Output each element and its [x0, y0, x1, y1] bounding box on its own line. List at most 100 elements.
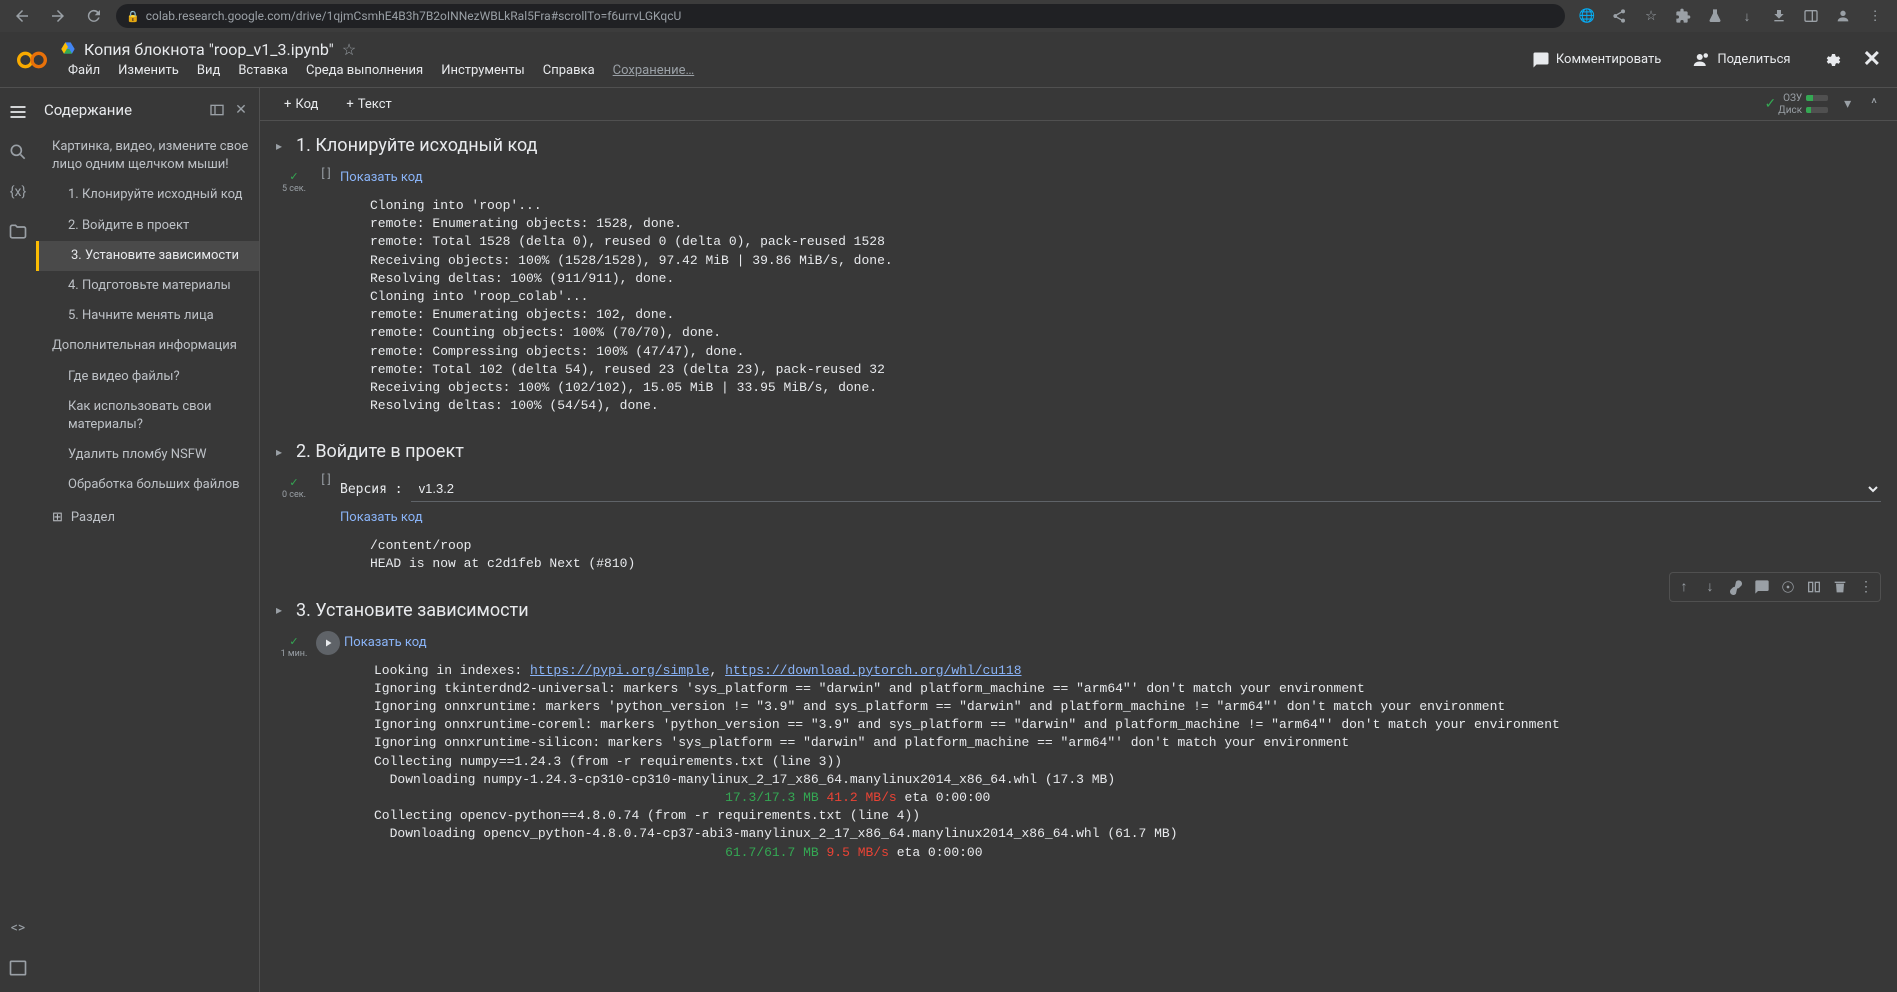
toc-item-remove-nsfw[interactable]: Удалить пломбу NSFW: [36, 440, 259, 470]
comment-button[interactable]: Комментировать: [1522, 45, 1671, 75]
menu-file[interactable]: Файл: [60, 61, 108, 80]
mirror-icon[interactable]: [1802, 575, 1826, 599]
share-icon[interactable]: [1605, 2, 1633, 30]
more-icon[interactable]: ⋮: [1854, 575, 1878, 599]
lock-icon: 🔒: [126, 10, 140, 23]
run-cell-button[interactable]: [316, 631, 340, 655]
toc-item-clone[interactable]: 1. Клонируйте исходный код: [36, 180, 259, 210]
url-text: colab.research.google.com/drive/1qjmCsmh…: [146, 9, 682, 23]
menu-bar: Файл Изменить Вид Вставка Среда выполнен…: [60, 61, 1510, 80]
menu-tools[interactable]: Инструменты: [433, 61, 533, 80]
toc-item-materials[interactable]: 4. Подготовьте материалы: [36, 271, 259, 301]
menu-help[interactable]: Справка: [535, 61, 603, 80]
files-rail-icon[interactable]: [8, 222, 28, 242]
toc-item-addinfo[interactable]: Дополнительная информация: [36, 331, 259, 361]
translate-icon[interactable]: 🌐: [1573, 2, 1601, 30]
saving-status: Сохранение…: [605, 61, 703, 80]
show-code-link[interactable]: Показать код: [340, 166, 423, 189]
toc-item-intro[interactable]: Картинка, видео, измените свое лицо одни…: [36, 132, 259, 180]
toc-sidebar: Содержание ✕ Картинка, видео, измените с…: [36, 88, 260, 992]
toc-item-how-use[interactable]: Как использовать свои материалы?: [36, 392, 259, 440]
connection-status[interactable]: ✓ ОЗУ Диск: [1764, 93, 1828, 116]
menu-runtime[interactable]: Среда выполнения: [298, 61, 431, 80]
gear-icon: [1823, 51, 1841, 69]
extensions-icon[interactable]: [1669, 2, 1697, 30]
move-down-icon[interactable]: ↓: [1698, 575, 1722, 599]
star-icon[interactable]: ☆: [1637, 2, 1665, 30]
menu-icon[interactable]: ⋮: [1861, 2, 1889, 30]
code-rail-icon[interactable]: <>: [8, 918, 28, 938]
forward-button[interactable]: [44, 2, 72, 30]
collapse-arrow-icon[interactable]: ▸: [276, 139, 288, 153]
toc-item-enter[interactable]: 2. Войдите в проект: [36, 211, 259, 241]
version-label: Версия :: [340, 482, 403, 497]
delete-icon[interactable]: [1828, 575, 1852, 599]
menu-view[interactable]: Вид: [189, 61, 228, 80]
download-icon[interactable]: ↓: [1733, 2, 1761, 30]
link-icon[interactable]: [1724, 575, 1748, 599]
cell-3: ✓ 1 мин. Показать код Looking in indexes…: [260, 627, 1897, 874]
cell-toolbar: + Код + Текст ✓ ОЗУ Диск ▾ ^: [260, 88, 1897, 121]
menu-insert[interactable]: Вставка: [230, 61, 296, 80]
version-select[interactable]: v1.3.2: [411, 476, 1881, 502]
section-1-header: ▸ 1. Клонируйте исходный код: [260, 121, 1897, 162]
panel-icon[interactable]: [1797, 2, 1825, 30]
section-3-title: 3. Установите зависимости: [296, 600, 529, 621]
search-rail-icon[interactable]: [8, 142, 28, 162]
check-icon: ✓: [289, 476, 298, 489]
add-text-button[interactable]: + Текст: [338, 93, 399, 116]
toc-item-where-video[interactable]: Где видео файлы?: [36, 362, 259, 392]
install-icon[interactable]: [1765, 2, 1793, 30]
plus-icon: ⊞: [52, 510, 63, 525]
reload-button[interactable]: [80, 2, 108, 30]
comment-icon: [1532, 51, 1550, 69]
check-icon: ✓: [289, 635, 298, 648]
document-title[interactable]: Копия блокнота "roop_v1_3.ipynb": [84, 40, 334, 59]
flask-icon[interactable]: [1701, 2, 1729, 30]
toc-close-icon[interactable]: ✕: [231, 100, 251, 120]
check-icon: ✓: [1764, 96, 1776, 112]
toc-icon[interactable]: [8, 102, 28, 122]
dropdown-icon[interactable]: ▾: [1840, 92, 1855, 116]
move-up-icon[interactable]: ↑: [1672, 575, 1696, 599]
exec-time: 1 мин.: [281, 650, 308, 660]
toc-item-swap[interactable]: 5. Начните менять лица: [36, 301, 259, 331]
exec-time: 5 сек.: [282, 185, 306, 195]
pytorch-link[interactable]: https://download.pytorch.org/whl/cu118: [725, 663, 1021, 678]
colab-header: Копия блокнота "roop_v1_3.ipynb" ☆ Файл …: [0, 32, 1897, 88]
add-section-button[interactable]: ⊞ Раздел: [36, 500, 259, 535]
toc-item-large-files[interactable]: Обработка больших файлов: [36, 470, 259, 500]
add-comment-icon[interactable]: [1750, 575, 1774, 599]
section-2-title: 2. Войдите в проект: [296, 441, 464, 462]
collapse-arrow-icon[interactable]: ▸: [276, 603, 288, 617]
back-button[interactable]: [8, 2, 36, 30]
cell-3-output: Looking in indexes: https://pypi.org/sim…: [344, 654, 1881, 870]
toc-fullwidth-icon[interactable]: [207, 100, 227, 120]
cell-settings-icon[interactable]: [1776, 575, 1800, 599]
cell-bracket: [ ]: [316, 472, 336, 581]
show-code-link[interactable]: Показать код: [344, 631, 427, 654]
terminal-rail-icon[interactable]: [8, 958, 28, 978]
section-2-header: ▸ 2. Войдите в проект: [260, 427, 1897, 468]
variables-rail-icon[interactable]: {x}: [8, 182, 28, 202]
profile-icon[interactable]: [1829, 2, 1857, 30]
url-bar[interactable]: 🔒 colab.research.google.com/drive/1qjmCs…: [116, 4, 1565, 28]
share-button[interactable]: Поделиться: [1683, 45, 1800, 75]
show-code-link[interactable]: Показать код: [340, 506, 423, 529]
collapse-arrow-icon[interactable]: ▸: [276, 445, 288, 459]
people-icon: [1693, 51, 1711, 69]
browser-extensions: 🌐 ☆ ↓ ⋮: [1573, 2, 1889, 30]
collapse-icon[interactable]: ^: [1867, 92, 1881, 116]
star-document-icon[interactable]: ☆: [342, 40, 356, 59]
cell-1: ✓ 5 сек. [ ] Показать код Cloning into '…: [260, 162, 1897, 427]
cell-2: ✓ 0 сек. [ ] Версия : v1.3.2 Показать ко…: [260, 468, 1897, 585]
cell-action-toolbar: ↑ ↓ ⋮: [1669, 572, 1881, 602]
check-icon: ✓: [289, 170, 298, 183]
close-button[interactable]: ✕: [1863, 47, 1881, 72]
toc-item-deps[interactable]: 3. Установите зависимости: [36, 241, 259, 271]
cell-2-output: /content/roop HEAD is now at c2d1feb Nex…: [340, 529, 1881, 581]
pypi-link[interactable]: https://pypi.org/simple: [530, 663, 709, 678]
add-code-button[interactable]: + Код: [276, 93, 326, 116]
settings-button[interactable]: [1813, 45, 1851, 75]
menu-edit[interactable]: Изменить: [110, 61, 187, 80]
